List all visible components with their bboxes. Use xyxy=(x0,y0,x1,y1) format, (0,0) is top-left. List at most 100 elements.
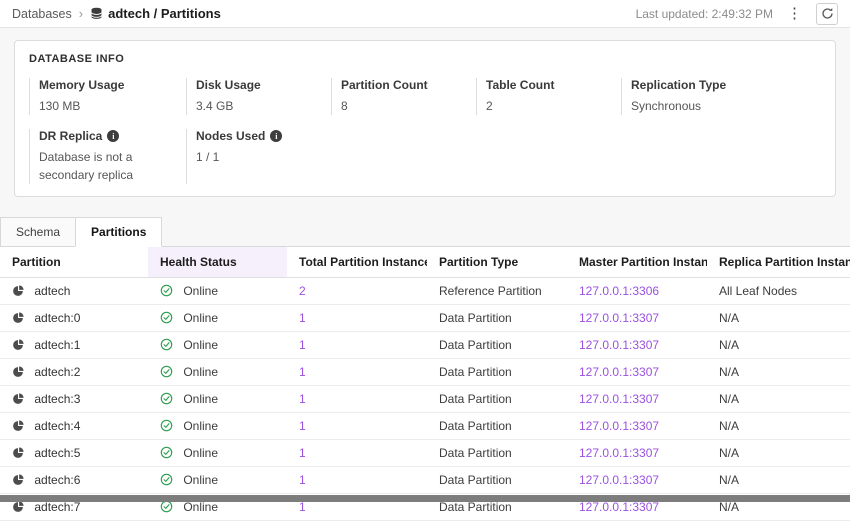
stat-block: Replication Type Synchronous xyxy=(621,78,821,115)
breadcrumb-databases-link[interactable]: Databases xyxy=(12,7,72,21)
last-updated-text: Last updated: 2:49:32 PM xyxy=(636,7,773,21)
stat-value: 8 xyxy=(341,98,476,115)
online-check-icon xyxy=(160,392,173,405)
partition-type: Data Partition xyxy=(439,419,512,433)
table-header-row: PartitionHealth StatusTotal Partition In… xyxy=(0,247,850,277)
health-status: Online xyxy=(183,338,218,352)
total-instances-link[interactable]: 1 xyxy=(299,419,306,433)
column-header[interactable]: Replica Partition Instance ... xyxy=(707,247,850,277)
stats-row-2: DR Replica i Database is not a secondary… xyxy=(29,129,821,184)
partition-pie-icon xyxy=(12,474,24,486)
partition-type: Data Partition xyxy=(439,473,512,487)
stat-block: Memory Usage 130 MB xyxy=(29,78,186,115)
table-row[interactable]: adtech:5 Online 1 Data Partition 127.0.0… xyxy=(0,439,850,466)
refresh-button[interactable] xyxy=(816,3,838,25)
topbar: Databases › adtech / Partitions Last upd… xyxy=(0,0,850,28)
table-row[interactable]: adtech:0 Online 1 Data Partition 127.0.0… xyxy=(0,304,850,331)
total-instances-link[interactable]: 2 xyxy=(299,284,306,298)
master-instance-link[interactable]: 127.0.0.1:3307 xyxy=(579,392,659,406)
table-row[interactable]: adtech:4 Online 1 Data Partition 127.0.0… xyxy=(0,412,850,439)
table-row[interactable]: adtech:6 Online 1 Data Partition 127.0.0… xyxy=(0,466,850,493)
master-instance-link[interactable]: 127.0.0.1:3307 xyxy=(579,338,659,352)
total-instances-link[interactable]: 1 xyxy=(299,365,306,379)
replica-instance: N/A xyxy=(719,473,739,487)
stat-value: 1 / 1 xyxy=(196,149,821,166)
info-icon[interactable]: i xyxy=(270,130,282,142)
total-instances-link[interactable]: 1 xyxy=(299,392,306,406)
refresh-icon xyxy=(821,7,834,20)
health-status: Online xyxy=(183,446,218,460)
stats-row-1: Memory Usage 130 MB Disk Usage 3.4 GB Pa… xyxy=(29,78,821,115)
partition-pie-icon xyxy=(12,366,24,378)
master-instance-link[interactable]: 127.0.0.1:3307 xyxy=(579,473,659,487)
online-check-icon xyxy=(160,284,173,297)
stat-label: Partition Count xyxy=(341,78,428,92)
partition-type: Data Partition xyxy=(439,365,512,379)
total-instances-link[interactable]: 1 xyxy=(299,311,306,325)
column-header[interactable]: Health Status xyxy=(148,247,287,277)
stat-label: Nodes Used xyxy=(196,129,265,143)
column-header[interactable]: Master Partition Instance ... xyxy=(567,247,707,277)
column-header[interactable]: Total Partition Instances xyxy=(287,247,427,277)
online-check-icon xyxy=(160,473,173,486)
replica-instance: N/A xyxy=(719,392,739,406)
partition-pie-icon xyxy=(12,501,24,513)
health-status: Online xyxy=(183,365,218,379)
breadcrumb-chevron: › xyxy=(79,6,83,21)
online-check-icon xyxy=(160,419,173,432)
replica-instance: N/A xyxy=(719,365,739,379)
master-instance-link[interactable]: 127.0.0.1:3307 xyxy=(579,446,659,460)
partitions-table: PartitionHealth StatusTotal Partition In… xyxy=(0,247,850,521)
kebab-menu-icon[interactable]: ⋮ xyxy=(785,6,804,21)
partition-type: Data Partition xyxy=(439,392,512,406)
replica-instance: All Leaf Nodes xyxy=(719,284,797,298)
partition-type: Reference Partition xyxy=(439,284,542,298)
database-info-card: DATABASE INFO Memory Usage 130 MB Disk U… xyxy=(14,40,836,197)
total-instances-link[interactable]: 1 xyxy=(299,473,306,487)
tabs: SchemaPartitions xyxy=(0,207,850,247)
partition-type: Data Partition xyxy=(439,311,512,325)
master-instance-link[interactable]: 127.0.0.1:3307 xyxy=(579,311,659,325)
partition-name: adtech:6 xyxy=(34,473,80,487)
online-check-icon xyxy=(160,446,173,459)
replica-instance: N/A xyxy=(719,446,739,460)
breadcrumb-current: adtech / Partitions xyxy=(108,6,221,21)
stat-block: DR Replica i Database is not a secondary… xyxy=(29,129,186,184)
total-instances-link[interactable]: 1 xyxy=(299,446,306,460)
stat-label: Replication Type xyxy=(631,78,726,92)
stat-value: 2 xyxy=(486,98,621,115)
partition-type: Data Partition xyxy=(439,338,512,352)
column-header[interactable]: Partition xyxy=(0,247,148,277)
online-check-icon xyxy=(160,365,173,378)
stat-value: Database is not a secondary replica xyxy=(39,149,179,184)
info-icon[interactable]: i xyxy=(107,130,119,142)
total-instances-link[interactable]: 1 xyxy=(299,338,306,352)
master-instance-link[interactable]: 127.0.0.1:3307 xyxy=(579,365,659,379)
stat-label: Table Count xyxy=(486,78,554,92)
partition-pie-icon xyxy=(12,339,24,351)
health-status: Online xyxy=(183,311,218,325)
tab-schema[interactable]: Schema xyxy=(0,217,76,247)
master-instance-link[interactable]: 127.0.0.1:3306 xyxy=(579,284,659,298)
horizontal-scrollbar[interactable] xyxy=(0,495,850,502)
stat-value: Synchronous xyxy=(631,98,821,115)
partition-name: adtech:3 xyxy=(34,392,80,406)
master-instance-link[interactable]: 127.0.0.1:3307 xyxy=(579,419,659,433)
partition-pie-icon xyxy=(12,393,24,405)
table-row[interactable]: adtech:2 Online 1 Data Partition 127.0.0… xyxy=(0,358,850,385)
column-header[interactable]: Partition Type xyxy=(427,247,567,277)
tab-partitions[interactable]: Partitions xyxy=(75,217,162,247)
stat-block: Disk Usage 3.4 GB xyxy=(186,78,331,115)
table-row[interactable]: adtech Online 2 Reference Partition 127.… xyxy=(0,277,850,304)
partition-name: adtech:2 xyxy=(34,365,80,379)
stat-value: 130 MB xyxy=(39,98,186,115)
replica-instance: N/A xyxy=(719,311,739,325)
partitions-table-body: adtech Online 2 Reference Partition 127.… xyxy=(0,277,850,520)
health-status: Online xyxy=(183,419,218,433)
partitions-table-wrap: PartitionHealth StatusTotal Partition In… xyxy=(0,247,850,521)
health-status: Online xyxy=(183,392,218,406)
card-title: DATABASE INFO xyxy=(29,53,821,65)
table-row[interactable]: adtech:3 Online 1 Data Partition 127.0.0… xyxy=(0,385,850,412)
table-row[interactable]: adtech:1 Online 1 Data Partition 127.0.0… xyxy=(0,331,850,358)
stat-label: DR Replica xyxy=(39,129,102,143)
